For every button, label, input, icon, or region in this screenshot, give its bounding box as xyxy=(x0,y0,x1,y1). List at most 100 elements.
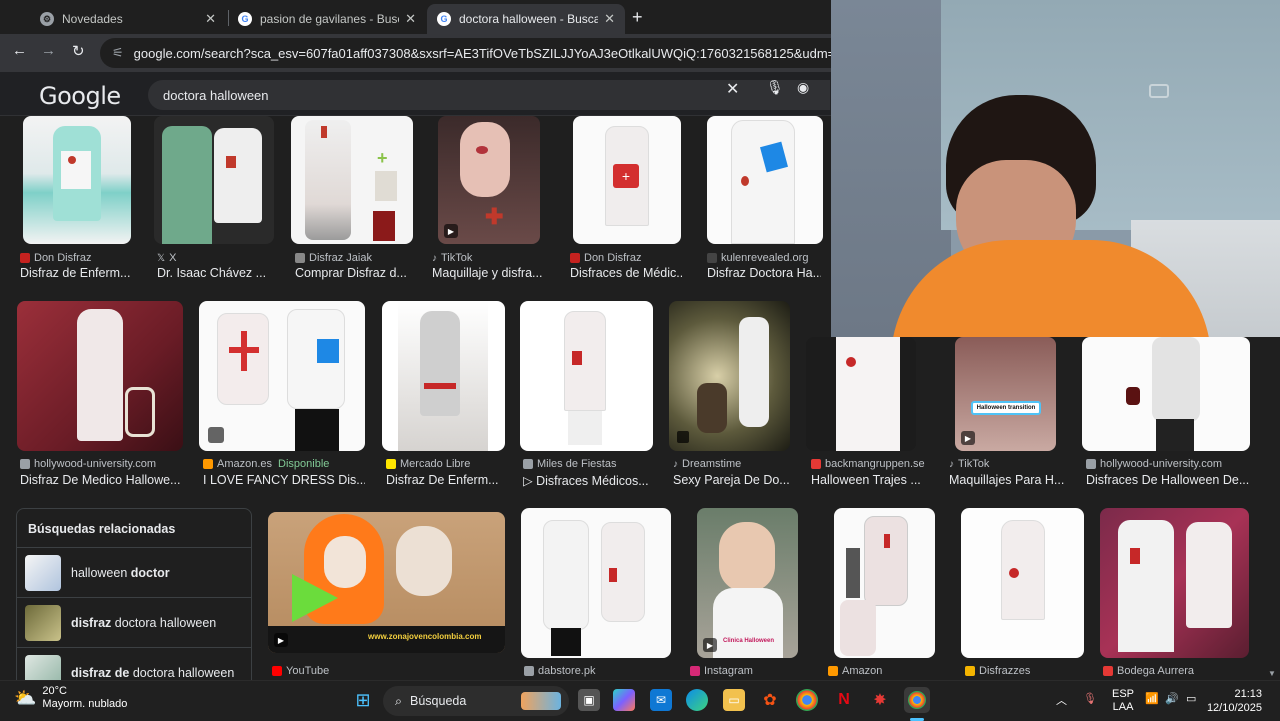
tab-doctora-halloween[interactable]: G doctora halloween - Buscar con ✕ xyxy=(427,4,625,34)
close-tab-icon[interactable]: ✕ xyxy=(604,11,615,27)
wifi-icon[interactable]: 📶 xyxy=(1145,692,1159,705)
date: 12/10/2025 xyxy=(1206,702,1262,714)
result-caption[interactable]: Disfraz de Enferm... xyxy=(20,266,135,280)
copilot-icon[interactable] xyxy=(613,689,635,711)
scroll-down-arrow-icon[interactable]: ▼ xyxy=(1268,669,1276,678)
result-source[interactable]: Don Disfraz xyxy=(570,252,641,264)
result-image[interactable] xyxy=(520,301,653,451)
result-source[interactable]: Disfraz Jaiak xyxy=(295,252,372,264)
result-image[interactable] xyxy=(1100,508,1249,658)
result-caption[interactable]: Disfraz Doctora Ha... xyxy=(707,266,821,280)
google-icon: G xyxy=(238,12,252,26)
result-image[interactable]: + xyxy=(573,116,681,244)
result-source[interactable]: Miles de Fiestas xyxy=(523,458,616,470)
taskbar-search[interactable]: ⌕ Búsqueda xyxy=(383,686,569,716)
chrome-icon[interactable] xyxy=(796,689,818,711)
tab-novedades[interactable]: ⚙ Novedades ✕ xyxy=(30,4,226,34)
related-search-item[interactable]: disfraz doctora halloween xyxy=(17,597,251,647)
windows-start-icon[interactable]: ⊞ xyxy=(352,689,374,711)
result-caption[interactable]: Disfraz De Medico Hallowe... xyxy=(20,473,182,487)
close-tab-icon[interactable]: ✕ xyxy=(205,11,216,27)
forward-arrow-icon[interactable]: → xyxy=(41,42,56,59)
new-tab-button[interactable]: + xyxy=(632,7,643,28)
result-source[interactable]: ♪ TikTok xyxy=(432,252,472,264)
result-image[interactable]: Clinica Halloween ▶ xyxy=(697,508,798,658)
result-source[interactable]: ♪ TikTok xyxy=(949,458,989,470)
site-info-icon[interactable]: ⚟ xyxy=(112,45,124,61)
task-view-icon[interactable]: ▣ xyxy=(578,689,600,711)
result-source[interactable]: Amazon xyxy=(828,665,882,677)
result-image[interactable] xyxy=(707,116,823,244)
result-caption[interactable]: Sexy Pareja De Do... xyxy=(673,473,793,487)
result-source[interactable]: ♪ Dreamstime xyxy=(673,458,741,470)
language-secondary: LAA xyxy=(1112,701,1134,713)
photos-icon[interactable]: ✿ xyxy=(759,689,781,711)
result-caption[interactable]: Disfraces de Médic... xyxy=(570,266,682,280)
google-logo[interactable]: Google xyxy=(39,82,121,110)
result-image[interactable] xyxy=(834,508,935,658)
result-caption[interactable]: Maquillaje y disfra... xyxy=(432,266,544,280)
result-source[interactable]: Instagram xyxy=(690,665,753,677)
chevron-up-icon[interactable]: ︿ xyxy=(1056,692,1067,708)
mail-icon[interactable]: ✉ xyxy=(650,689,672,711)
netflix-icon[interactable]: N xyxy=(833,689,855,711)
close-tab-icon[interactable]: ✕ xyxy=(405,11,416,27)
weather-widget[interactable]: ⛅ 20°C Mayorm. nublado xyxy=(14,685,127,711)
result-source[interactable]: dabstore.pk xyxy=(524,665,595,677)
address-bar[interactable]: ⚟ google.com/search?sca_esv=607fa01aff03… xyxy=(100,38,831,68)
language-indicator[interactable]: ESP LAA xyxy=(1112,688,1134,714)
source-name: TikTok xyxy=(441,252,473,264)
app-icon[interactable]: ✸ xyxy=(869,689,891,711)
result-image[interactable]: Halloween transition ▶ xyxy=(955,337,1056,451)
result-caption[interactable]: Maquillajes Para H... xyxy=(949,473,1067,487)
result-image[interactable] xyxy=(669,301,790,451)
volume-icon[interactable]: 🔊 xyxy=(1165,692,1179,705)
result-source[interactable]: kulenrevealed.org xyxy=(707,252,808,264)
result-image[interactable]: www.zonajovencolombia.com ▶ xyxy=(268,512,505,653)
result-image[interactable] xyxy=(961,508,1084,658)
result-source[interactable]: Don Disfraz xyxy=(20,252,91,264)
result-image[interactable] xyxy=(17,301,183,451)
result-image[interactable] xyxy=(23,116,131,244)
chrome-active-icon[interactable] xyxy=(904,687,930,713)
clock[interactable]: 21:13 12/10/2025 xyxy=(1207,687,1262,715)
result-image[interactable] xyxy=(154,116,274,244)
edge-icon[interactable] xyxy=(686,689,708,711)
result-image[interactable] xyxy=(1082,337,1250,451)
result-source[interactable]: YouTube xyxy=(272,665,329,677)
file-explorer-icon[interactable]: ▭ xyxy=(723,689,745,711)
result-source[interactable]: Disfrazzes xyxy=(965,665,1030,677)
source-name: kulenrevealed.org xyxy=(721,252,809,264)
result-image[interactable]: ✚ ▶ xyxy=(438,116,540,244)
clear-search-icon[interactable]: ✕ xyxy=(726,79,739,99)
result-source[interactable]: 𝕏X xyxy=(157,252,176,264)
lens-camera-icon[interactable]: ◉ xyxy=(797,79,809,96)
result-caption[interactable]: Disfraces De Halloween De... xyxy=(1086,473,1250,487)
back-arrow-icon[interactable]: ← xyxy=(12,42,27,59)
result-image[interactable] xyxy=(199,301,365,451)
result-image[interactable] xyxy=(521,508,671,658)
battery-icon[interactable]: ▭ xyxy=(1186,692,1196,705)
result-source[interactable]: backmangruppen.se xyxy=(811,458,925,470)
result-source[interactable]: hollywood-university.com xyxy=(20,458,156,470)
result-caption[interactable]: Disfraz De Enferm... xyxy=(386,473,506,487)
result-source[interactable]: Amazon.es Disponible xyxy=(203,458,329,470)
microphone-icon[interactable]: 🎙 xyxy=(1083,692,1097,705)
result-source[interactable]: Bodega Aurrera xyxy=(1103,665,1194,677)
reload-icon[interactable]: ↻ xyxy=(72,42,85,60)
source-favicon xyxy=(386,459,396,469)
result-source[interactable]: hollywood-university.com xyxy=(1086,458,1222,470)
result-caption[interactable]: Halloween Trajes ... xyxy=(811,473,927,487)
result-source[interactable]: Mercado Libre xyxy=(386,458,470,470)
result-caption[interactable]: I LOVE FANCY DRESS Dis... xyxy=(203,473,365,487)
result-image[interactable]: + xyxy=(291,116,413,244)
related-search-item[interactable]: disfraz de doctora halloween xyxy=(17,647,251,680)
related-search-item[interactable]: halloween doctor xyxy=(17,547,251,597)
result-image[interactable] xyxy=(382,301,505,451)
result-caption[interactable]: Comprar Disfraz d... xyxy=(295,266,407,280)
result-caption[interactable]: Dr. Isaac Chávez ... xyxy=(157,266,269,280)
result-image[interactable] xyxy=(806,337,916,451)
microphone-icon[interactable]: 🎙 xyxy=(766,79,784,96)
result-caption[interactable]: ▷ Disfraces Médicos... xyxy=(523,473,653,488)
tab-pasion-de-gavilanes[interactable]: G pasion de gavilanes - Buscar co ✕ xyxy=(228,4,426,34)
